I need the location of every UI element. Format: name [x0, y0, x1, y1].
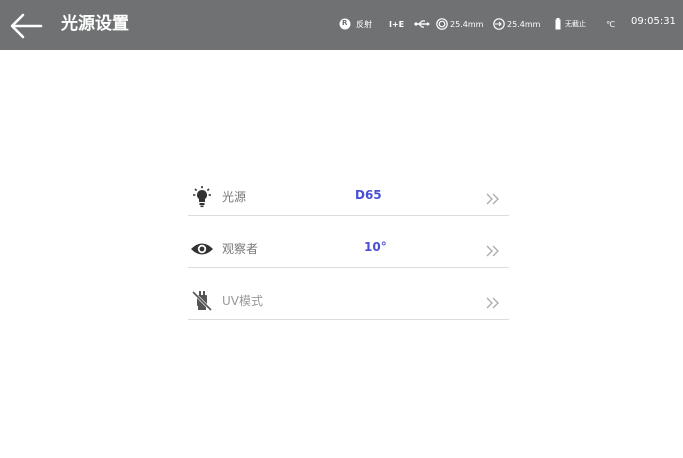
setting-label: 观察者 — [222, 242, 259, 256]
lens-value: 25.4mm — [507, 19, 541, 29]
mode-indicator: R 反射 — [339, 14, 372, 34]
arrow-left-icon[interactable] — [9, 13, 43, 39]
page-title: 光源设置 — [61, 14, 129, 34]
uv-off-icon — [190, 290, 214, 312]
aperture-indicator: 25.4mm — [436, 14, 483, 34]
double-chevron-right-icon — [486, 294, 500, 309]
setting-label: UV模式 — [222, 294, 263, 308]
double-chevron-right-icon — [486, 242, 500, 257]
bulb-icon — [190, 186, 214, 208]
setting-value: 10° — [364, 240, 387, 254]
setting-row-uv-mode[interactable]: UV模式 — [188, 281, 509, 320]
battery-icon — [555, 18, 561, 30]
clock: 09:05:31 — [631, 16, 676, 27]
top-bar: 光源设置 R 反射 I+E 25.4mm 25.4mm 无截止 ℃ 09:05:… — [0, 0, 683, 50]
battery-indicator: 无截止 — [555, 14, 586, 34]
battery-label: 无截止 — [565, 20, 586, 28]
lens-indicator: 25.4mm — [493, 14, 540, 34]
aperture-value: 25.4mm — [450, 19, 484, 29]
setting-row-light-source[interactable]: 光源 D65 — [188, 177, 509, 216]
aperture-icon — [436, 18, 448, 30]
mode-label: 反射 — [356, 19, 372, 29]
mode-badge: R — [342, 19, 348, 27]
setting-value: D65 — [355, 188, 382, 202]
setting-row-observer[interactable]: 观察者 10° — [188, 229, 509, 268]
usb-icon — [414, 14, 430, 34]
temp-unit: ℃ — [606, 19, 615, 29]
setting-label: 光源 — [222, 190, 247, 204]
double-chevron-right-icon — [486, 190, 500, 205]
eye-icon — [190, 238, 214, 260]
spec-mode: I+E — [389, 19, 405, 29]
lens-icon — [493, 18, 505, 30]
